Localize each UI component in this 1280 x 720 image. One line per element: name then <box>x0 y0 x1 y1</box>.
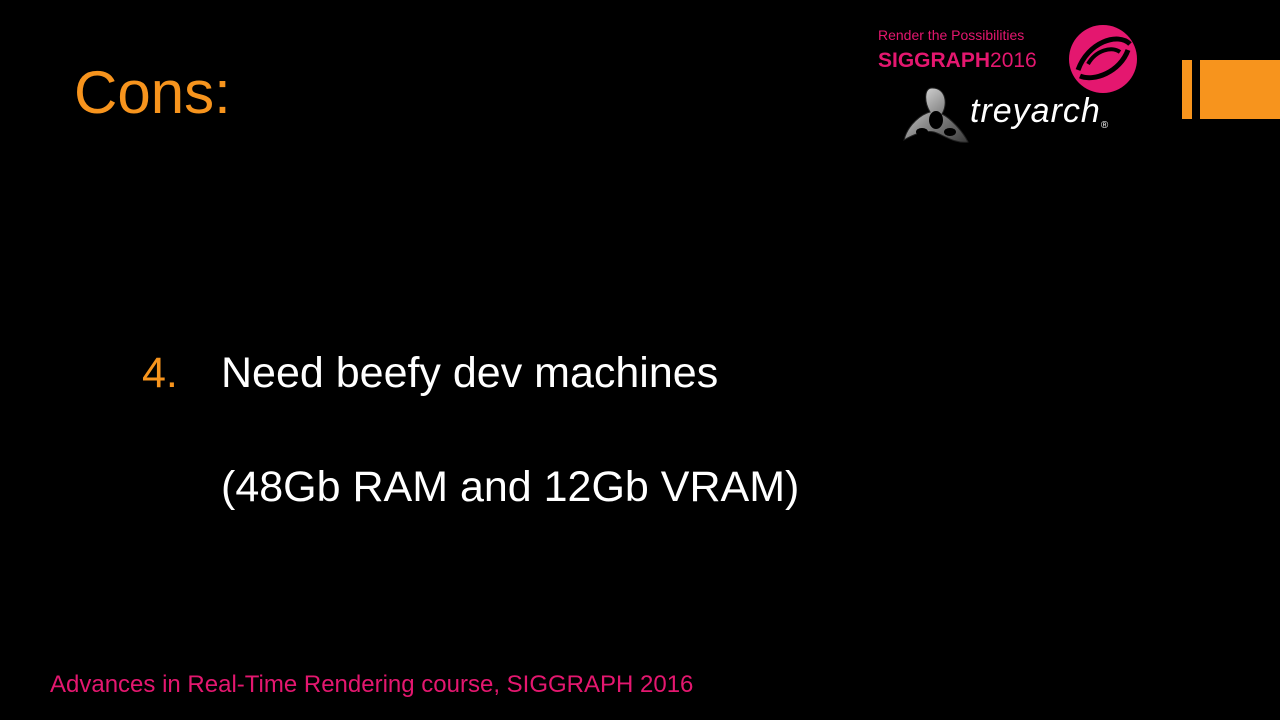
siggraph-name: SIGGRAPH <box>878 49 991 72</box>
treyarch-logo: treyarch® <box>898 84 1138 154</box>
siggraph-tagline: Render the Possibilities <box>878 27 1025 43</box>
siggraph-year: 2016 <box>990 49 1037 72</box>
slide-title: Cons: <box>74 59 231 126</box>
treyarch-wordmark: treyarch® <box>970 92 1109 131</box>
list-item-text: Need beefy dev machines <box>221 349 719 397</box>
registered-mark: ® <box>1100 120 1110 131</box>
list-item-detail: (48Gb RAM and 12Gb VRAM) <box>221 463 800 511</box>
accent-bar-large <box>1200 60 1280 119</box>
list-item-number: 4. <box>142 349 178 397</box>
footer-course-text: Advances in Real-Time Rendering course, … <box>50 671 694 698</box>
treyarch-emblem-icon <box>903 87 969 143</box>
siggraph-wordmark: SIGGRAPH2016 <box>878 49 1037 73</box>
treyarch-name: treyarch <box>970 92 1101 130</box>
accent-bar-small <box>1182 60 1192 119</box>
